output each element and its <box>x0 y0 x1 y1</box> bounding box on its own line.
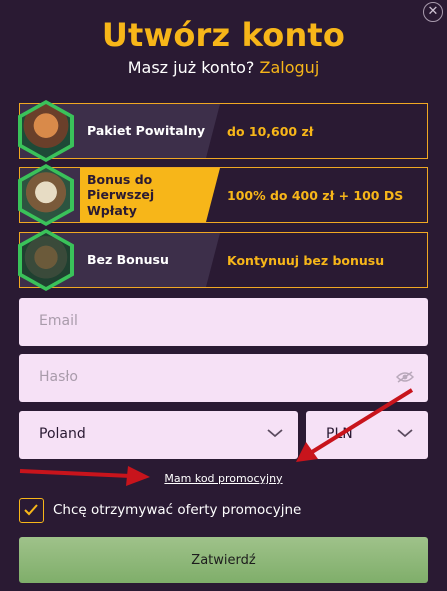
bonus-name: Pakiet Powitalny <box>87 123 205 139</box>
country-value: Poland <box>39 426 86 442</box>
submit-button[interactable]: Zatwierdź <box>19 537 428 583</box>
promo-code-link[interactable]: Mam kod promocyjny <box>0 472 447 485</box>
currency-value: PLN <box>326 426 353 442</box>
bonus-value: do 10,600 zł <box>227 123 314 139</box>
country-select[interactable]: Poland <box>19 411 298 459</box>
page-title: Utwórz konto <box>101 16 346 54</box>
offers-label: Chcę otrzymywać oferty promocyjne <box>53 502 302 518</box>
password-placeholder: Hasło <box>39 369 78 385</box>
have-account-text: Masz już konto? <box>127 58 255 77</box>
bonus-value: 100% do 400 zł + 100 DS <box>227 187 404 203</box>
checkmark-icon <box>24 504 38 516</box>
offers-checkbox[interactable] <box>19 498 44 523</box>
chevron-down-icon <box>267 429 283 438</box>
bonus-value: Kontynuuj bez bonusu <box>227 252 385 268</box>
currency-select[interactable]: PLN <box>306 411 428 459</box>
bonus-option-no-bonus[interactable]: Bez Bonusu Kontynuuj bez bonusu <box>18 229 428 291</box>
bonus-option-first-deposit[interactable]: Bonus do Pierwszej Wpłaty 100% do 400 zł… <box>18 164 428 226</box>
password-field[interactable]: Hasło <box>19 354 428 402</box>
bonus-option-welcome-pack[interactable]: Pakiet Powitalny do 10,600 zł <box>18 100 428 162</box>
eye-off-icon[interactable] <box>396 371 414 383</box>
bonus-name: Bonus do Pierwszej Wpłaty <box>87 171 155 218</box>
login-prompt: Masz już konto? Zaloguj <box>0 58 447 77</box>
login-link[interactable]: Zaloguj <box>260 58 320 77</box>
chevron-down-icon <box>397 429 413 438</box>
email-placeholder: Email <box>39 313 78 329</box>
email-field[interactable]: Email <box>19 298 428 346</box>
bonus-name: Bez Bonusu <box>87 252 169 268</box>
